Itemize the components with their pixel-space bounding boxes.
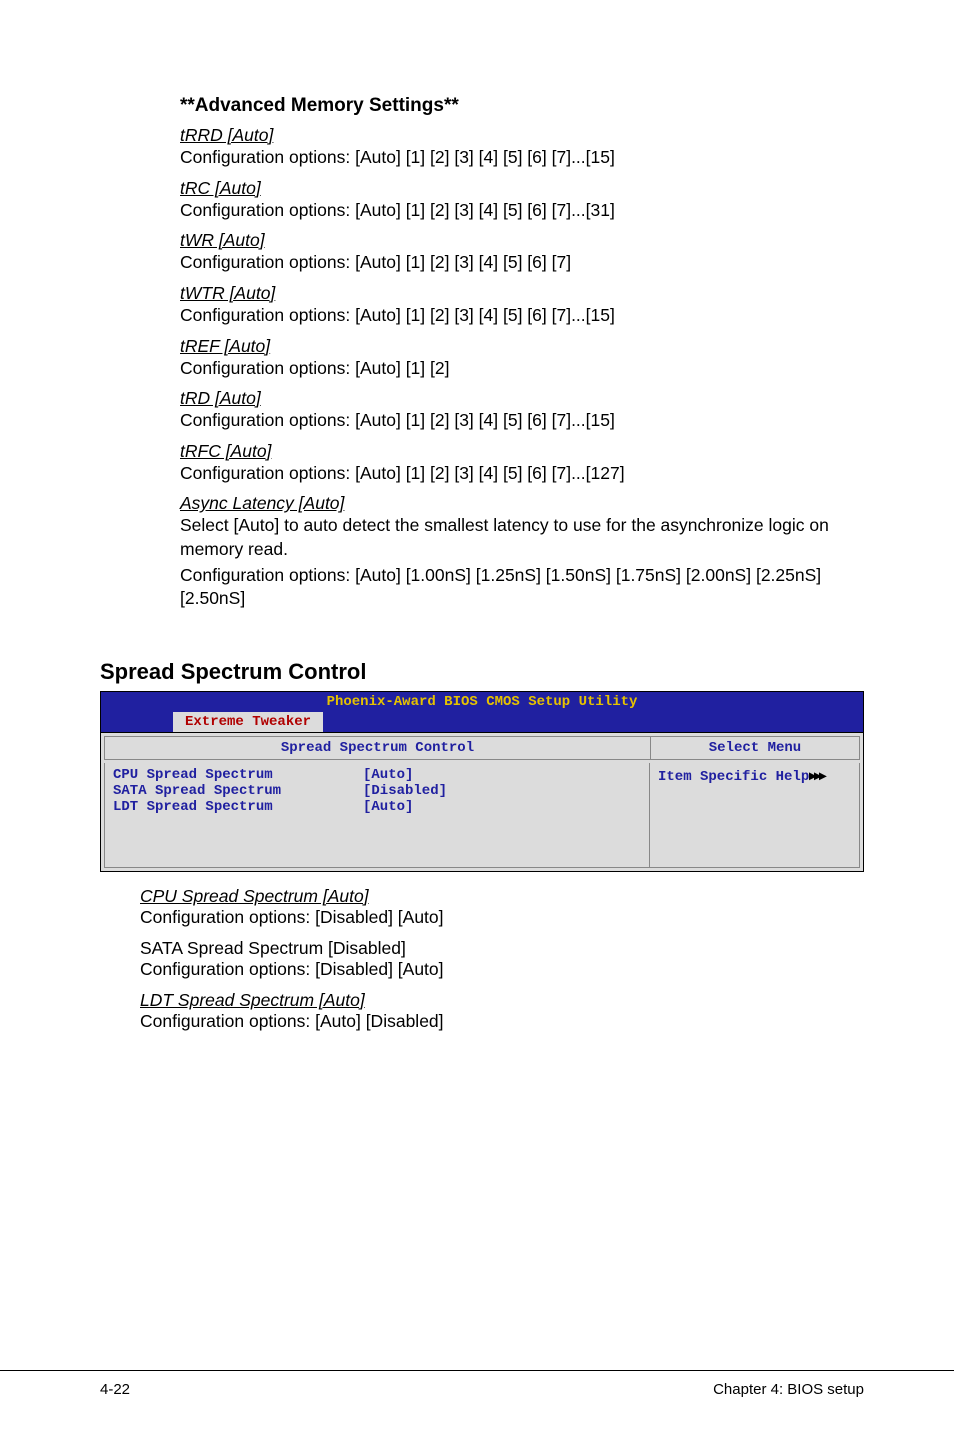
item-desc: Select [Auto] to auto detect the smalles… xyxy=(180,514,864,561)
post-title: SATA Spread Spectrum [Disabled] xyxy=(140,938,864,959)
bios-label: CPU Spread Spectrum xyxy=(113,767,363,783)
item-title: tRRD [Auto] xyxy=(180,125,864,146)
post-title: CPU Spread Spectrum [Auto] xyxy=(140,886,864,907)
bios-value: [Auto] xyxy=(363,767,413,783)
advanced-memory-title: **Advanced Memory Settings** xyxy=(180,95,864,117)
item-title: tRFC [Auto] xyxy=(180,441,864,462)
spread-spectrum-title: Spread Spectrum Control xyxy=(100,659,864,685)
chapter-label: Chapter 4: BIOS setup xyxy=(713,1381,864,1398)
bios-value: [Auto] xyxy=(363,799,413,815)
item-twtr: tWTR [Auto] Configuration options: [Auto… xyxy=(180,283,864,328)
post-title: LDT Spread Spectrum [Auto] xyxy=(140,990,864,1011)
bios-label: SATA Spread Spectrum xyxy=(113,783,363,799)
item-trfc: tRFC [Auto] Configuration options: [Auto… xyxy=(180,441,864,486)
bios-sub-left: Spread Spectrum Control xyxy=(104,736,650,760)
item-desc: Configuration options: [Auto] [1] [2] xyxy=(180,357,864,381)
bios-help-panel: Item Specific Help▸▸▸ xyxy=(650,763,860,868)
bios-body: CPU Spread Spectrum [Auto] SATA Spread S… xyxy=(101,763,863,871)
bios-screenshot: Phoenix-Award BIOS CMOS Setup Utility Ex… xyxy=(100,691,864,872)
tab-extreme-tweaker[interactable]: Extreme Tweaker xyxy=(173,712,323,732)
bios-value: [Disabled] xyxy=(363,783,447,799)
bios-header: Phoenix-Award BIOS CMOS Setup Utility xyxy=(101,692,863,712)
item-title: tRC [Auto] xyxy=(180,178,864,199)
bios-settings-panel: CPU Spread Spectrum [Auto] SATA Spread S… xyxy=(104,763,650,868)
item-desc: Configuration options: [Auto] [1] [2] [3… xyxy=(180,462,864,486)
tab-spacer xyxy=(101,712,173,732)
item-async: Async Latency [Auto] Select [Auto] to au… xyxy=(180,493,864,611)
arrow-icon: ▸▸▸ xyxy=(809,767,824,783)
item-desc: Configuration options: [Auto] [1] [2] [3… xyxy=(180,251,864,275)
bios-row-sata[interactable]: SATA Spread Spectrum [Disabled] xyxy=(113,783,641,799)
post-item-cpu: CPU Spread Spectrum [Auto] Configuration… xyxy=(140,886,864,928)
bios-sub-right: Select Menu xyxy=(650,736,860,760)
page-number: 4-22 xyxy=(100,1381,130,1398)
item-trc: tRC [Auto] Configuration options: [Auto]… xyxy=(180,178,864,223)
post-desc: Configuration options: [Disabled] [Auto] xyxy=(140,959,864,980)
item-title: Async Latency [Auto] xyxy=(180,493,864,514)
bios-label: LDT Spread Spectrum xyxy=(113,799,363,815)
item-desc: Configuration options: [Auto] [1] [2] [3… xyxy=(180,409,864,433)
post-desc: Configuration options: [Disabled] [Auto] xyxy=(140,907,864,928)
item-desc: Configuration options: [Auto] [1] [2] [3… xyxy=(180,146,864,170)
bios-tabbar: Extreme Tweaker xyxy=(101,712,863,732)
item-desc: Configuration options: [Auto] [1] [2] [3… xyxy=(180,304,864,328)
bios-row-cpu[interactable]: CPU Spread Spectrum [Auto] xyxy=(113,767,641,783)
item-trrd: tRRD [Auto] Configuration options: [Auto… xyxy=(180,125,864,170)
item-title: tREF [Auto] xyxy=(180,336,864,357)
item-desc: Configuration options: [Auto] [1.00nS] [… xyxy=(180,564,864,611)
item-twr: tWR [Auto] Configuration options: [Auto]… xyxy=(180,230,864,275)
post-item-sata: SATA Spread Spectrum [Disabled] Configur… xyxy=(140,938,864,980)
item-desc: Configuration options: [Auto] [1] [2] [3… xyxy=(180,199,864,223)
bios-row-ldt[interactable]: LDT Spread Spectrum [Auto] xyxy=(113,799,641,815)
page-footer: 4-22 Chapter 4: BIOS setup xyxy=(0,1370,954,1398)
item-tref: tREF [Auto] Configuration options: [Auto… xyxy=(180,336,864,381)
post-item-ldt: LDT Spread Spectrum [Auto] Configuration… xyxy=(140,990,864,1032)
item-title: tRD [Auto] xyxy=(180,388,864,409)
item-trd: tRD [Auto] Configuration options: [Auto]… xyxy=(180,388,864,433)
item-title: tWTR [Auto] xyxy=(180,283,864,304)
post-desc: Configuration options: [Auto] [Disabled] xyxy=(140,1011,864,1032)
bios-help-text: Item Specific Help xyxy=(658,769,809,785)
bios-subheader: Spread Spectrum Control Select Menu xyxy=(101,732,863,763)
item-title: tWR [Auto] xyxy=(180,230,864,251)
